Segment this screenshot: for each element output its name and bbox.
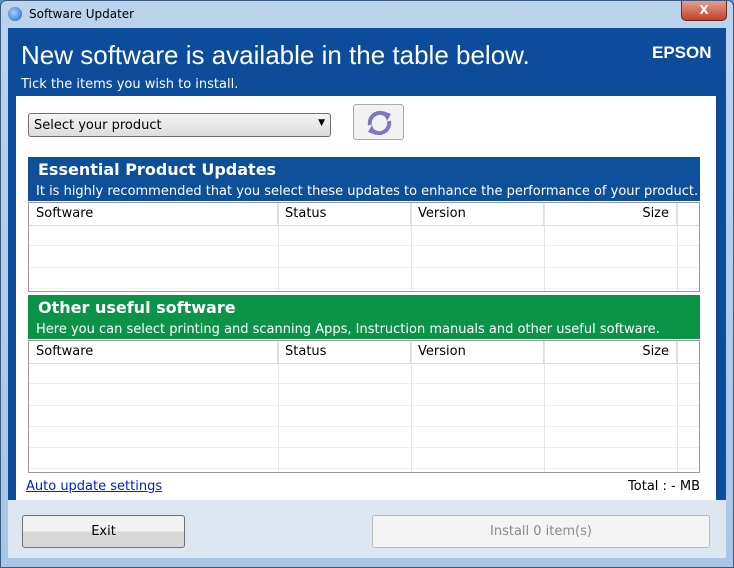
essential-updates-header: Essential Product Updates It is highly r… bbox=[28, 157, 700, 201]
other-title: Other useful software bbox=[38, 298, 236, 317]
column-version[interactable]: Version bbox=[411, 203, 544, 225]
page-title: New software is available in the table b… bbox=[21, 40, 530, 70]
table-row bbox=[29, 448, 699, 469]
table-row bbox=[29, 385, 699, 406]
app-icon bbox=[8, 7, 22, 21]
column-version[interactable]: Version bbox=[411, 341, 544, 363]
auto-update-settings-link[interactable]: Auto update settings bbox=[26, 479, 162, 494]
essential-title: Essential Product Updates bbox=[38, 160, 277, 179]
window-title: Software Updater bbox=[29, 7, 135, 21]
column-status[interactable]: Status bbox=[278, 341, 411, 363]
epson-logo: EPSON bbox=[652, 43, 712, 62]
table-row bbox=[29, 363, 699, 384]
install-button[interactable]: Install 0 item(s) bbox=[372, 515, 710, 548]
refresh-icon bbox=[367, 110, 392, 136]
title-bar: Software Updater X bbox=[1, 1, 733, 29]
product-select-value: Select your product bbox=[34, 118, 162, 133]
essential-table: Software Status Version Size bbox=[28, 202, 700, 292]
page-subtitle: Tick the items you wish to install. bbox=[21, 77, 239, 92]
column-status[interactable]: Status bbox=[278, 203, 411, 225]
exit-button[interactable]: Exit bbox=[22, 515, 185, 548]
table-row bbox=[29, 406, 699, 427]
product-select[interactable]: Select your product ▼ bbox=[28, 113, 331, 137]
column-size[interactable]: Size bbox=[544, 203, 677, 225]
other-table: Software Status Version Size bbox=[28, 340, 700, 473]
close-button[interactable]: X bbox=[681, 1, 727, 21]
column-size[interactable]: Size bbox=[544, 341, 677, 363]
table-row bbox=[29, 225, 699, 246]
total-size: Total : - MB bbox=[628, 479, 700, 494]
other-software-header: Other useful software Here you can selec… bbox=[28, 295, 700, 339]
table-row bbox=[29, 247, 699, 268]
essential-description: It is highly recommended that you select… bbox=[36, 184, 699, 199]
table-row bbox=[29, 427, 699, 448]
table-row bbox=[29, 268, 699, 289]
column-software[interactable]: Software bbox=[29, 341, 278, 363]
column-software[interactable]: Software bbox=[29, 203, 278, 225]
other-description: Here you can select printing and scannin… bbox=[36, 322, 660, 337]
chevron-down-icon: ▼ bbox=[318, 118, 325, 128]
refresh-button[interactable] bbox=[353, 104, 404, 140]
